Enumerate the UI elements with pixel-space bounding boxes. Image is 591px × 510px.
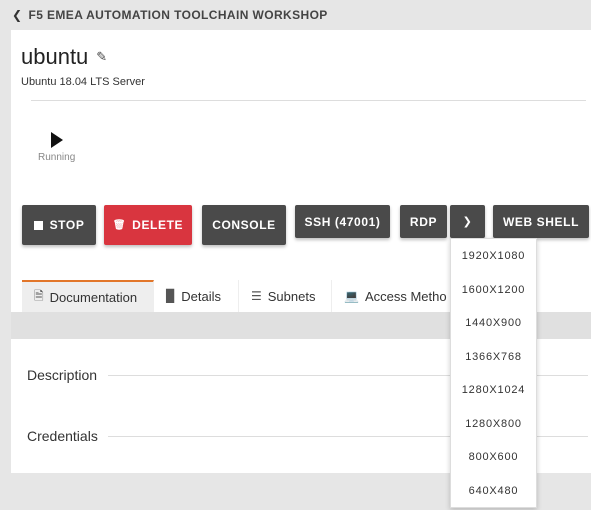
menu-item-1366x768[interactable]: 1366X768	[451, 351, 536, 363]
console-button[interactable]: CONSOLE	[202, 205, 286, 245]
rdp-resolution-menu: 1920X1080 1600X1200 1440X900 1366X768 12…	[450, 238, 537, 508]
menu-item-1920x1080[interactable]: 1920X1080	[451, 250, 536, 262]
play-icon	[51, 132, 63, 148]
rdp-label: RDP	[409, 214, 438, 229]
tab-label: Details	[181, 288, 221, 304]
bar-chart-icon: ▉	[166, 289, 176, 303]
section-description-label: Description	[27, 367, 98, 383]
tab-label: Subnets	[267, 288, 316, 304]
list-icon: ☰	[251, 289, 262, 303]
delete-label: DELETE	[132, 218, 184, 232]
rdp-button[interactable]: RDP	[400, 205, 447, 238]
menu-item-1440x900[interactable]: 1440X900	[451, 317, 536, 329]
tab-subnets[interactable]: ☰ Subnets	[239, 280, 332, 312]
tab-bar: 🗎 Documentation ▉ Details ☰ Subnets 💻 Ac…	[22, 280, 462, 312]
rdp-dropdown-toggle[interactable]: ❯	[450, 205, 485, 238]
tab-access-methods[interactable]: 💻 Access Metho	[332, 280, 462, 312]
divider	[31, 100, 586, 101]
chevron-left-icon[interactable]: ❮	[12, 8, 22, 22]
tab-documentation[interactable]: 🗎 Documentation	[22, 280, 154, 312]
stop-icon	[33, 220, 43, 230]
workshop-title[interactable]: F5 EMEA AUTOMATION TOOLCHAIN WORKSHOP	[28, 8, 327, 22]
pencil-icon[interactable]: ✎	[96, 49, 107, 65]
web-shell-button[interactable]: WEB SHELL	[493, 205, 589, 238]
menu-item-1280x1024[interactable]: 1280X1024	[451, 384, 536, 396]
menu-item-1280x800[interactable]: 1280X800	[451, 418, 536, 430]
section-credentials-label: Credentials	[27, 428, 98, 444]
menu-item-1600x1200[interactable]: 1600X1200	[451, 284, 536, 296]
console-label: CONSOLE	[212, 218, 276, 232]
laptop-icon: 💻	[344, 289, 359, 303]
web-shell-label: WEB SHELL	[502, 214, 580, 229]
ssh-button[interactable]: SSH (47001)	[295, 205, 390, 238]
stop-label: STOP	[49, 218, 85, 232]
breadcrumb[interactable]: ❮ F5 EMEA AUTOMATION TOOLCHAIN WORKSHOP	[0, 0, 591, 30]
ssh-label: SSH (47001)	[304, 214, 381, 229]
document-icon: 🗎	[34, 288, 44, 303]
tab-details[interactable]: ▉ Details	[154, 280, 239, 312]
menu-item-640x480[interactable]: 640X480	[451, 485, 536, 497]
tab-label: Access Metho	[364, 288, 447, 304]
tab-label: Documentation	[49, 289, 138, 305]
vm-name: ubuntu	[21, 44, 89, 69]
menu-item-800x600[interactable]: 800X600	[451, 451, 536, 463]
vm-title-row: ubuntu ✎	[21, 44, 107, 70]
vm-status: Running	[38, 152, 76, 163]
stop-button[interactable]: STOP	[22, 205, 96, 245]
chevron-down-icon: ❯	[462, 216, 473, 228]
delete-button[interactable]: 🗑 DELETE	[104, 205, 192, 245]
vm-description: Ubuntu 18.04 LTS Server	[21, 76, 145, 88]
trash-icon: 🗑	[112, 219, 127, 231]
